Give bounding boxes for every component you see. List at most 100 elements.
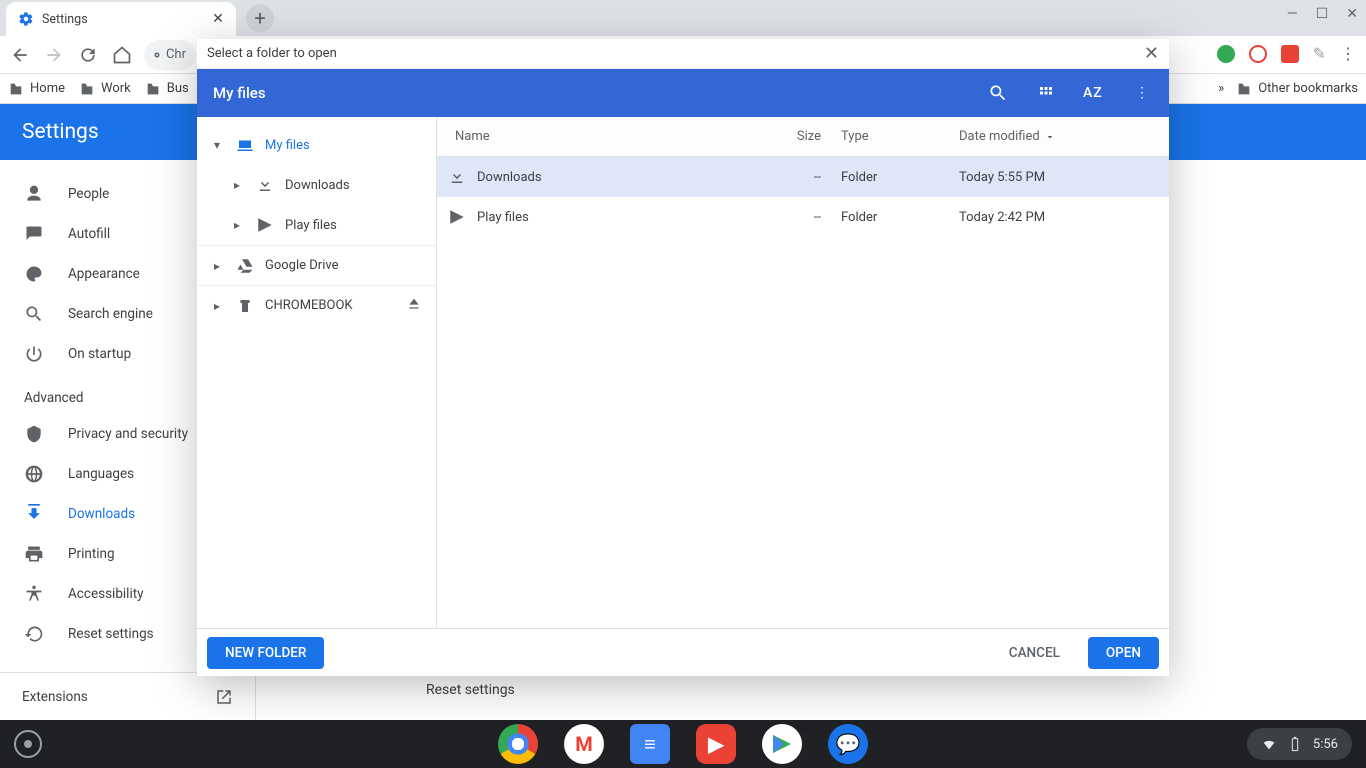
system-tray[interactable]: 5:56 (1247, 728, 1352, 760)
extension-icons: ✎ ⋮ (1217, 44, 1356, 63)
row-date: Today 2:42 PM (949, 210, 1169, 225)
nav-label: My files (265, 138, 310, 153)
sort-indicator-icon (1044, 131, 1056, 143)
sidebar-item-label: Downloads (68, 506, 135, 522)
youtube-app-icon[interactable]: ▶ (696, 724, 736, 764)
search-icon[interactable] (987, 82, 1009, 104)
tab-title: Settings (42, 12, 88, 27)
dialog-close-icon[interactable]: ✕ (1144, 43, 1159, 64)
chrome-app-icon[interactable] (498, 724, 538, 764)
extension-icon-3[interactable] (1281, 45, 1299, 63)
extension-icon-4[interactable]: ✎ (1313, 44, 1326, 63)
new-tab-button[interactable]: + (246, 4, 274, 32)
bookmark-label: Home (30, 81, 65, 96)
list-row-downloads[interactable]: Downloads -- Folder Today 5:55 PM (437, 157, 1169, 197)
extension-icon-1[interactable] (1217, 45, 1235, 63)
bookmarks-overflow-icon[interactable]: » (1218, 81, 1224, 96)
dialog-nav: ▾ My files ▸ Downloads ▸ Play files ▸ Go… (197, 117, 437, 628)
battery-icon (1287, 736, 1303, 752)
chevron-right-icon[interactable]: ▸ (229, 218, 245, 232)
sidebar-item-label: Autofill (68, 226, 110, 242)
file-picker-dialog: Select a folder to open ✕ My files AZ ⋮ … (197, 39, 1169, 676)
sidebar-item-extensions[interactable]: Extensions (0, 672, 255, 720)
eject-icon[interactable] (406, 296, 422, 316)
menu-icon[interactable]: ⋮ (1340, 44, 1356, 63)
sort-button[interactable]: AZ (1083, 82, 1105, 104)
list-header: Name Size Type Date modified (437, 117, 1169, 157)
clock: 5:56 (1313, 737, 1338, 752)
drive-icon (235, 257, 255, 275)
back-icon[interactable] (8, 43, 32, 67)
forward-icon[interactable] (42, 43, 66, 67)
view-grid-icon[interactable] (1035, 82, 1057, 104)
sidebar-item-label: People (68, 186, 109, 202)
sidebar-item-label: Search engine (68, 306, 153, 322)
nav-play-files[interactable]: ▸ Play files (197, 205, 436, 245)
play-store-app-icon[interactable] (762, 724, 802, 764)
minimize-icon[interactable]: — (1287, 6, 1298, 22)
wifi-icon (1261, 736, 1277, 752)
dialog-breadcrumb[interactable]: My files (213, 84, 266, 102)
sidebar-item-label: Printing (68, 546, 115, 562)
row-name: Downloads (477, 170, 737, 185)
nav-label: Play files (285, 218, 337, 233)
chevron-right-icon[interactable]: ▸ (209, 299, 225, 313)
dialog-footer: NEW FOLDER CANCEL OPEN (197, 628, 1169, 676)
tab-close-icon[interactable]: ✕ (210, 11, 226, 27)
window-controls: — ☐ ✕ (1287, 6, 1358, 22)
content-section-heading: Reset settings (426, 682, 1346, 698)
docs-app-icon[interactable]: ≡ (630, 724, 670, 764)
extension-icon-2[interactable] (1249, 45, 1267, 63)
nav-chromebook[interactable]: ▸ CHROMEBOOK (197, 285, 436, 325)
bookmark-home[interactable]: Home (8, 81, 65, 97)
row-date: Today 5:55 PM (949, 170, 1169, 185)
row-name: Play files (477, 210, 737, 225)
bookmark-bus[interactable]: Bus (145, 81, 189, 97)
nav-downloads[interactable]: ▸ Downloads (197, 165, 436, 205)
sidebar-item-label: Accessibility (68, 586, 144, 602)
launcher-button[interactable] (14, 730, 42, 758)
column-date[interactable]: Date modified (949, 129, 1169, 144)
omnibox[interactable]: Chr (144, 40, 196, 70)
maximize-icon[interactable]: ☐ (1316, 6, 1329, 22)
chevron-right-icon[interactable]: ▸ (229, 178, 245, 192)
extensions-label: Extensions (22, 689, 88, 705)
reload-icon[interactable] (76, 43, 100, 67)
new-folder-button[interactable]: NEW FOLDER (207, 637, 324, 669)
bookmark-label: Bus (167, 81, 189, 96)
chrome-icon (154, 48, 160, 62)
gmail-app-icon[interactable]: M (564, 724, 604, 764)
sidebar-item-label: Reset settings (68, 626, 154, 642)
list-row-play-files[interactable]: Play files -- Folder Today 2:42 PM (437, 197, 1169, 237)
gear-icon (18, 11, 34, 27)
nav-my-files[interactable]: ▾ My files (197, 125, 436, 165)
bookmark-work[interactable]: Work (79, 81, 131, 97)
home-icon[interactable] (110, 43, 134, 67)
column-type[interactable]: Type (831, 129, 949, 144)
column-name[interactable]: Name (437, 129, 737, 144)
row-type: Folder (831, 170, 949, 185)
open-button[interactable]: OPEN (1088, 637, 1159, 669)
more-options-icon[interactable]: ⋮ (1131, 82, 1153, 104)
dialog-title: Select a folder to open (207, 46, 337, 61)
column-size[interactable]: Size (737, 129, 831, 144)
other-bookmarks[interactable]: Other bookmarks (1236, 81, 1358, 97)
address-fragment: Chr (166, 47, 186, 62)
row-size: -- (737, 210, 831, 225)
messages-app-icon[interactable]: 💬 (828, 724, 868, 764)
browser-tab[interactable]: Settings ✕ (6, 2, 236, 36)
close-window-icon[interactable]: ✕ (1346, 6, 1358, 22)
cancel-button[interactable]: CANCEL (991, 637, 1078, 669)
sidebar-item-label: Languages (68, 466, 134, 482)
nav-label: Downloads (285, 178, 350, 193)
row-type: Folder (831, 210, 949, 225)
chevron-down-icon[interactable]: ▾ (209, 138, 225, 152)
nav-google-drive[interactable]: ▸ Google Drive (197, 245, 436, 285)
sidebar-item-label: Privacy and security (68, 426, 188, 442)
shelf: M ≡ ▶ 💬 5:56 (0, 720, 1366, 768)
settings-title: Settings (22, 120, 99, 144)
chevron-right-icon[interactable]: ▸ (209, 259, 225, 273)
external-link-icon (215, 688, 233, 706)
usb-icon (235, 297, 255, 315)
sidebar-item-label: Appearance (68, 266, 140, 282)
